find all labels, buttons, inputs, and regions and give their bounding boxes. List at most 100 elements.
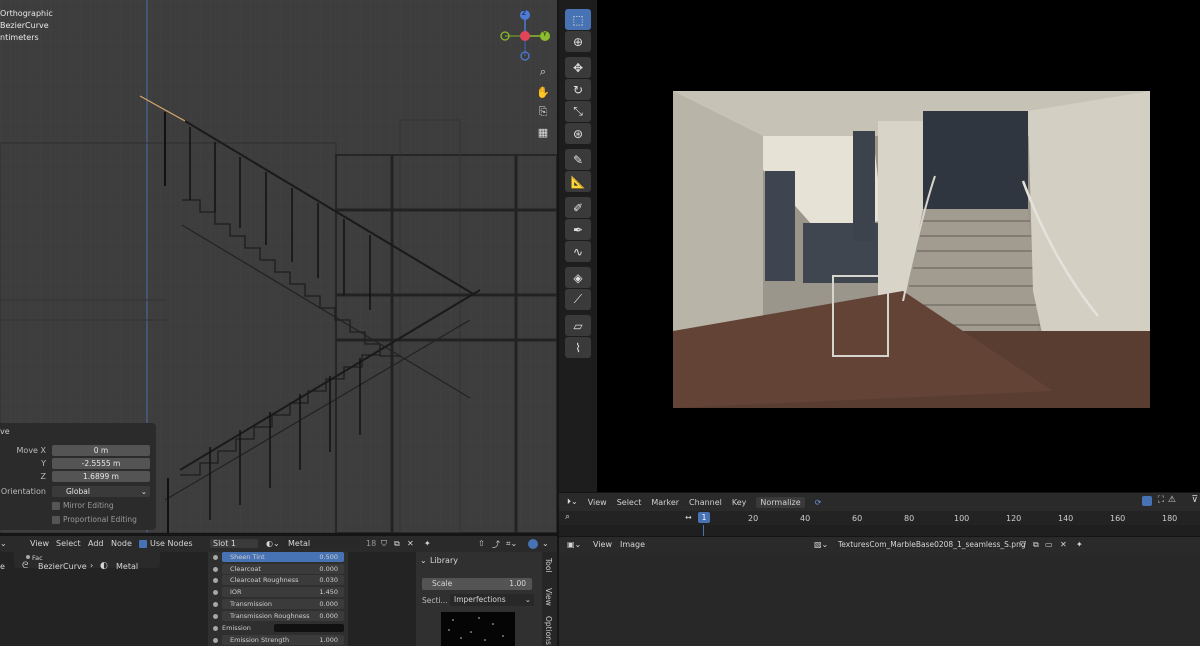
select-box-tool-icon[interactable]: ⬚ bbox=[565, 9, 591, 30]
timeline-header: ⏵⌄ View Select Marker Channel Key Normal… bbox=[559, 493, 1200, 511]
snap-mode-icon[interactable]: ⌗⌄ bbox=[506, 539, 517, 549]
scale-tool-icon[interactable]: ⤡ bbox=[565, 101, 591, 122]
fake-user-icon[interactable]: ⛉ bbox=[381, 539, 387, 549]
extrude-tool-icon[interactable]: ▱ bbox=[565, 315, 591, 336]
orientation-select[interactable]: Global ⌄ bbox=[52, 486, 150, 497]
tilt-tool-icon[interactable]: ⟋ bbox=[565, 289, 591, 310]
transmission-socket[interactable] bbox=[213, 602, 218, 607]
scale-field[interactable]: Scale 1.00 bbox=[422, 578, 532, 590]
warning-icon[interactable]: ⚠ bbox=[1168, 495, 1176, 505]
hand-icon[interactable]: ✋ bbox=[535, 84, 551, 100]
tab-tool[interactable]: Tool bbox=[544, 558, 553, 573]
cursor-tool-icon[interactable]: ⊕ bbox=[565, 31, 591, 52]
ior-field[interactable]: IOR 1.450 bbox=[222, 587, 344, 597]
clearcoat-roughness-socket[interactable] bbox=[213, 578, 218, 583]
editor-type-icon[interactable]: ⏵⌄ bbox=[567, 497, 578, 507]
new-image-icon[interactable]: ⧉ bbox=[1033, 540, 1039, 550]
transmission-field[interactable]: Transmission 0.000 bbox=[222, 599, 344, 609]
image-browse-icon[interactable]: ▧⌄ bbox=[814, 540, 828, 549]
move-tool-icon[interactable]: ✥ bbox=[565, 57, 591, 78]
image-name-field[interactable]: TexturesCom_MarbleBase0208_1_seamless_S.… bbox=[836, 540, 1028, 549]
annotate-tool-icon[interactable]: ✎ bbox=[565, 149, 591, 170]
ghost-icon[interactable]: ⛶ bbox=[1158, 495, 1164, 505]
refresh-icon[interactable]: ⟳ bbox=[815, 498, 822, 507]
current-frame-indicator[interactable]: 1 bbox=[698, 512, 710, 523]
proportional-editing-checkbox[interactable]: Proportional Editing bbox=[52, 515, 137, 525]
timeline-menu-view[interactable]: View bbox=[588, 498, 607, 507]
use-nodes-checkbox[interactable] bbox=[139, 540, 147, 548]
filter-icon[interactable]: ⊽ bbox=[1191, 495, 1198, 505]
tab-options[interactable]: Options bbox=[544, 616, 553, 645]
sheen-tint-field[interactable]: Sheen Tint 0.500 bbox=[222, 552, 344, 562]
material-browse-icon[interactable]: ◐⌄ bbox=[266, 539, 280, 548]
randomize-tool-icon[interactable]: ⌇ bbox=[565, 337, 591, 358]
ior-socket[interactable] bbox=[213, 590, 218, 595]
emission-strength-socket[interactable] bbox=[213, 638, 218, 643]
emission-color-swatch[interactable] bbox=[274, 624, 344, 632]
section-select[interactable]: Imperfections ⌄ bbox=[450, 594, 534, 606]
move-z-field[interactable]: 1.6899 m bbox=[52, 471, 150, 482]
timeline-menu-channel[interactable]: Channel bbox=[689, 498, 722, 507]
grid-icon[interactable]: ▦ bbox=[535, 124, 551, 140]
radius-tool-icon[interactable]: ◈ bbox=[565, 267, 591, 288]
pen-tool-icon[interactable]: ✒ bbox=[565, 219, 591, 240]
timeline-menu-marker[interactable]: Marker bbox=[651, 498, 679, 507]
sheen-tint-socket[interactable] bbox=[213, 555, 218, 560]
emission-socket[interactable] bbox=[213, 626, 218, 631]
editor-type-icon[interactable]: ⌄ bbox=[0, 539, 7, 548]
overlay-dropdown-icon[interactable]: ⌄ bbox=[542, 539, 549, 548]
duplicate-icon[interactable]: ⧉ bbox=[394, 539, 400, 549]
timeline-menu-select[interactable]: Select bbox=[617, 498, 642, 507]
rotate-tool-icon[interactable]: ↻ bbox=[565, 79, 591, 100]
gizmo-y-label: Y bbox=[543, 31, 547, 38]
timeline-ruler[interactable]: ⌕ ↔ 1 20 40 60 80 100 120 140 160 180 bbox=[559, 511, 1200, 525]
pin-icon[interactable]: ✦ bbox=[1076, 540, 1083, 549]
zoom-icon[interactable]: ⌕ bbox=[535, 64, 551, 80]
clearcoat-field[interactable]: Clearcoat 0.000 bbox=[222, 564, 344, 574]
transmission-roughness-field[interactable]: Transmission Roughness 0.000 bbox=[222, 611, 344, 621]
close-icon[interactable]: ✕ bbox=[407, 539, 414, 548]
node-menu-node[interactable]: Node bbox=[111, 539, 132, 548]
editor-type-icon[interactable]: ▣⌄ bbox=[567, 540, 581, 549]
transmission-roughness-socket[interactable] bbox=[213, 614, 218, 619]
texture-thumbnail[interactable] bbox=[441, 612, 515, 646]
node-menu-view[interactable]: View bbox=[30, 539, 49, 548]
transform-tool-icon[interactable]: ⊛ bbox=[565, 123, 591, 144]
emission-row[interactable]: Emission bbox=[222, 623, 344, 633]
normalize-toggle[interactable]: Normalize bbox=[756, 496, 805, 508]
filter-selected-icon[interactable] bbox=[1142, 496, 1152, 506]
tab-view[interactable]: View bbox=[544, 588, 553, 606]
3d-viewport[interactable]: Orthographic BezierCurve ntimeters Z Y ⌕… bbox=[0, 0, 557, 533]
slot-select[interactable]: Slot 1 bbox=[210, 539, 258, 548]
timeline-body[interactable] bbox=[559, 525, 1200, 536]
active-object-label: BezierCurve bbox=[0, 21, 49, 30]
camera-icon[interactable]: ⎘ bbox=[535, 104, 551, 120]
clearcoat-roughness-field[interactable]: Clearcoat Roughness 0.030 bbox=[222, 575, 344, 585]
navigation-gizmo[interactable]: Z Y bbox=[495, 6, 555, 64]
draw-tool-icon[interactable]: ✐ bbox=[565, 197, 591, 218]
clearcoat-socket[interactable] bbox=[213, 567, 218, 572]
open-image-icon[interactable]: ▭ bbox=[1045, 540, 1053, 549]
curve-pen-tool-icon[interactable]: ∿ bbox=[565, 241, 591, 262]
image-menu-image[interactable]: Image bbox=[620, 540, 645, 549]
mirror-editing-checkbox[interactable]: Mirror Editing bbox=[52, 501, 114, 511]
image-editor-canvas[interactable] bbox=[559, 553, 1200, 646]
library-title[interactable]: Library bbox=[430, 556, 458, 565]
timeline-menu-key[interactable]: Key bbox=[732, 498, 747, 507]
overlay-icon[interactable] bbox=[528, 539, 538, 549]
fake-user-icon[interactable]: ⛉ bbox=[1020, 540, 1026, 550]
node-menu-add[interactable]: Add bbox=[88, 539, 104, 548]
material-name-field[interactable]: Metal bbox=[286, 539, 361, 548]
pin-icon[interactable]: ✦ bbox=[424, 539, 431, 548]
move-x-field[interactable]: 0 m bbox=[52, 445, 150, 456]
node-menu-select[interactable]: Select bbox=[56, 539, 81, 548]
parent-node-icon[interactable]: ⇧ bbox=[478, 539, 485, 548]
measure-tool-icon[interactable]: 📐 bbox=[565, 171, 591, 192]
move-y-field[interactable]: -2.5555 m bbox=[52, 458, 150, 469]
image-menu-view[interactable]: View bbox=[593, 540, 612, 549]
search-icon[interactable]: ⌕ bbox=[565, 512, 570, 522]
emission-strength-field[interactable]: Emission Strength 1.000 bbox=[222, 635, 344, 645]
close-icon[interactable]: ✕ bbox=[1060, 540, 1067, 549]
panel-collapse-icon[interactable]: ⌄ bbox=[420, 556, 427, 565]
snap-icon[interactable]: ⤴ bbox=[492, 539, 500, 550]
